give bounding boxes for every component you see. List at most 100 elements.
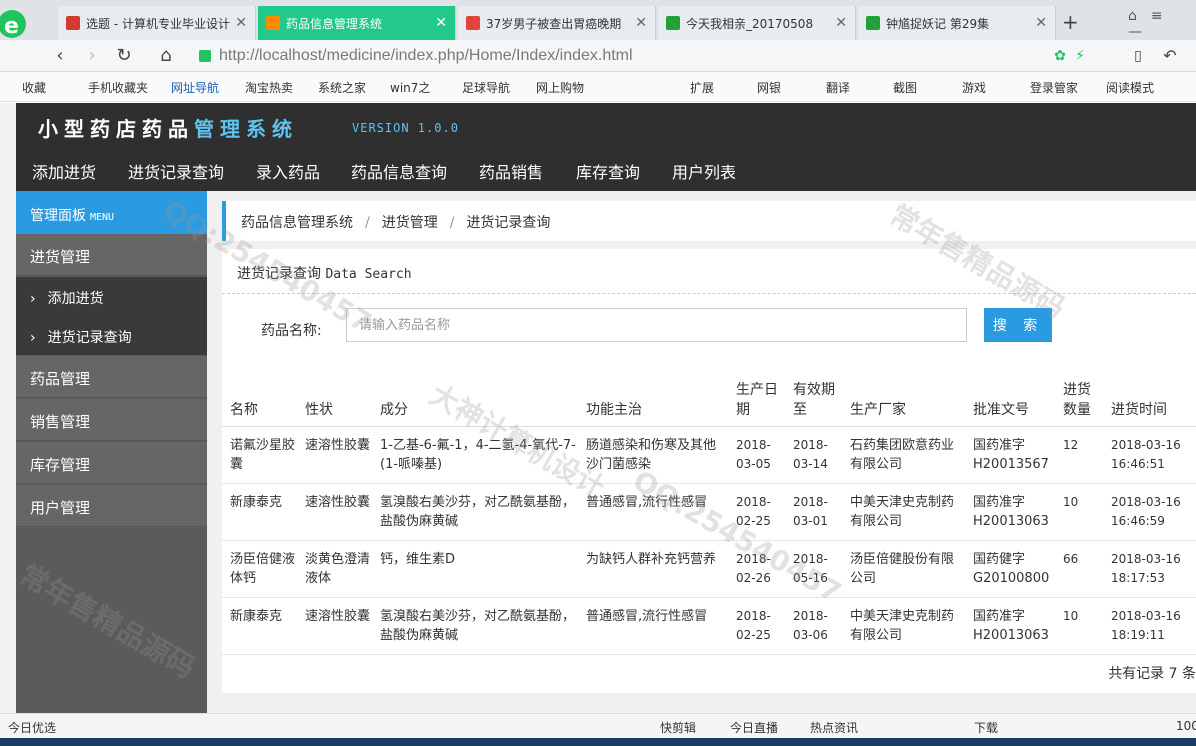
column-header: 性状	[297, 369, 372, 427]
topnav-purchase-records[interactable]: 进货记录查询	[128, 159, 224, 183]
browser-tab[interactable]: 今天我相亲_20170508 ✕	[658, 6, 856, 40]
bookmark-item[interactable]: 扩展	[690, 79, 714, 96]
tab-close-icon[interactable]: ✕	[835, 15, 847, 31]
tab-label: 今天我相亲_20170508	[686, 16, 814, 31]
column-header: 进货数量	[1055, 369, 1103, 427]
bookmark-item[interactable]: 登录管家	[1030, 79, 1078, 96]
browser-logo-icon[interactable]: e	[0, 6, 30, 40]
sidebar-item-stock[interactable]: 库存管理	[16, 442, 207, 484]
minimize-icon[interactable]: —	[1128, 24, 1156, 40]
back-icon[interactable]: ‹	[50, 46, 70, 66]
tab-label: 药品信息管理系统	[286, 16, 383, 31]
medicine-name-search-input[interactable]	[346, 308, 967, 342]
bookmark-item[interactable]: 翻译	[826, 79, 850, 96]
home-icon[interactable]: ⌂	[156, 46, 176, 66]
bookmark-item[interactable]: 游戏	[962, 79, 986, 96]
browser-tab-bar: e 选题 - 计算机专业毕业设计 ✕ 药品信息管理系统 ✕ 37岁男子被查出胃癌…	[0, 0, 1196, 40]
table-cell: 2018-02-25	[728, 483, 785, 541]
topnav-user-list[interactable]: 用户列表	[672, 159, 736, 183]
table-cell: 2018-03-16 16:46:59	[1103, 483, 1196, 541]
app-version: VERSION 1.0.0	[352, 121, 459, 135]
column-header: 批准文号	[965, 369, 1055, 427]
table-cell: 汤臣倍健股份有限公司	[842, 540, 965, 598]
phone-icon[interactable]: ▯	[1128, 46, 1148, 66]
status-news[interactable]: 热点资讯	[810, 719, 858, 736]
new-tab-button[interactable]: +	[1062, 10, 1079, 34]
table-cell: 诺氟沙星胶囊	[222, 426, 297, 484]
topnav-medicine-sales[interactable]: 药品销售	[479, 159, 543, 183]
status-today-pick[interactable]: 今日优选	[8, 719, 56, 736]
column-header: 生产日期	[728, 369, 785, 427]
bookmark-item[interactable]: 阅读模式	[1106, 79, 1154, 96]
sidebar-item-sales[interactable]: 销售管理	[16, 399, 207, 441]
bookmark-item[interactable]: 淘宝热卖	[245, 79, 293, 96]
browser-tab[interactable]: 选题 - 计算机专业毕业设计 ✕	[58, 6, 256, 40]
topnav-add-purchase[interactable]: 添加进货	[32, 159, 96, 183]
address-bar: ‹ › ↻ ⌂ http://localhost/medicine/index.…	[0, 40, 1196, 72]
browser-tab-active[interactable]: 药品信息管理系统 ✕	[258, 6, 456, 40]
topnav-add-medicine[interactable]: 录入药品	[256, 159, 320, 183]
breadcrumb-item[interactable]: 进货管理	[382, 215, 438, 231]
bookmark-item[interactable]: 系统之家	[318, 79, 366, 96]
bookmark-item[interactable]: win7之	[390, 79, 430, 96]
menu-icon[interactable]: ≡	[1151, 8, 1177, 24]
status-zoom[interactable]: 100	[1176, 719, 1196, 733]
bookmark-item[interactable]: 网银	[757, 79, 781, 96]
browser-tab[interactable]: 37岁男子被查出胃癌晚期 ✕	[458, 6, 656, 40]
forward-icon[interactable]: ›	[82, 46, 102, 66]
tab-close-icon[interactable]: ✕	[435, 15, 447, 31]
search-button[interactable]: 搜 索	[984, 308, 1052, 342]
undo-icon[interactable]: ↶	[1160, 46, 1180, 66]
table-cell: 2018-05-16	[785, 540, 842, 598]
tab-close-icon[interactable]: ✕	[1035, 15, 1047, 31]
refresh-icon[interactable]: ↻	[114, 46, 134, 66]
table-cell: 普通感冒,流行性感冒	[578, 597, 728, 655]
sidebar-header-en: MENU	[90, 212, 115, 223]
sidebar-item-add-purchase[interactable]: › 添加进货	[16, 277, 207, 316]
search-panel: 进货记录查询 Data Search 药品名称: 搜 索 名称 性状 成分 功能…	[222, 249, 1196, 693]
topnav-stock-query[interactable]: 库存查询	[576, 159, 640, 183]
tab-close-icon[interactable]: ✕	[635, 15, 647, 31]
secure-icon	[199, 50, 211, 62]
sidebar-item-users[interactable]: 用户管理	[16, 485, 207, 527]
topnav-medicine-query[interactable]: 药品信息查询	[351, 159, 447, 183]
tab-close-icon[interactable]: ✕	[235, 15, 247, 31]
status-clip[interactable]: 快剪辑	[660, 719, 696, 736]
column-header: 生产厂家	[842, 369, 965, 427]
main-content: 药品信息管理系统 / 进货管理 / 进货记录查询 进货记录查询 Data Search …	[207, 191, 1196, 713]
table-row: 新康泰克 速溶性胶囊 氢溴酸右美沙芬，对乙酰氨基酚，盐酸伪麻黄碱 普通感冒,流行…	[222, 597, 1196, 655]
bookmark-item[interactable]: 网址导航	[171, 79, 219, 96]
bookmark-item[interactable]: 网上购物	[536, 79, 584, 96]
table-cell: 普通感冒,流行性感冒	[578, 483, 728, 541]
svg-text:e: e	[4, 14, 19, 39]
os-taskbar	[0, 738, 1196, 746]
app-header: 小型药店药品管理系统 VERSION 1.0.0 添加进货 进货记录查询 录入药…	[16, 103, 1196, 191]
table-row: 新康泰克 速溶性胶囊 氢溴酸右美沙芬，对乙酰氨基酚，盐酸伪麻黄碱 普通感冒,流行…	[222, 483, 1196, 541]
sidebar-group-purchase[interactable]: 进货管理	[16, 234, 207, 276]
extension-icon[interactable]: ✿	[1050, 46, 1070, 66]
url-field[interactable]: http://localhost/medicine/index.php/Home…	[219, 45, 1039, 67]
breadcrumb-item[interactable]: 药品信息管理系统	[241, 215, 353, 231]
browser-side-strip	[0, 103, 16, 713]
sidebar: 管理面板 MENU 进货管理 › 添加进货 › 进货记录查询 药品管理 销售管理 库存…	[16, 191, 207, 713]
bookmark-item[interactable]: 手机收藏夹	[88, 79, 148, 96]
breadcrumb: 药品信息管理系统 / 进货管理 / 进货记录查询	[222, 201, 1196, 241]
table-cell: 氢溴酸右美沙芬，对乙酰氨基酚，盐酸伪麻黄碱	[372, 597, 578, 655]
sidebar-item-medicine[interactable]: 药品管理	[16, 356, 207, 398]
tab-label: 选题 - 计算机专业毕业设计	[86, 16, 230, 31]
status-live[interactable]: 今日直播	[730, 719, 778, 736]
bookmark-item[interactable]: 足球导航	[462, 79, 510, 96]
column-header: 功能主治	[578, 369, 728, 427]
table-cell: 速溶性胶囊	[297, 426, 372, 484]
skin-icon[interactable]: ⌂	[1128, 8, 1151, 24]
table-cell: 肠道感染和伤寒及其他沙门菌感染	[578, 426, 728, 484]
browser-tab[interactable]: 钟馗捉妖记 第29集 ✕	[858, 6, 1056, 40]
status-download[interactable]: 下载	[974, 719, 998, 736]
bookmark-item[interactable]: 收藏	[22, 79, 46, 96]
table-cell: 中美天津史克制药有限公司	[842, 597, 965, 655]
tab-favicon-icon	[466, 16, 480, 30]
sidebar-item-purchase-records[interactable]: › 进货记录查询	[16, 316, 207, 355]
bookmark-item[interactable]: 截图	[893, 79, 917, 96]
speed-icon[interactable]: ⚡	[1070, 46, 1090, 66]
table-row: 诺氟沙星胶囊 速溶性胶囊 1-乙基-6-氟-1，4-二氢-4-氧代-7-(1-哌…	[222, 426, 1196, 484]
